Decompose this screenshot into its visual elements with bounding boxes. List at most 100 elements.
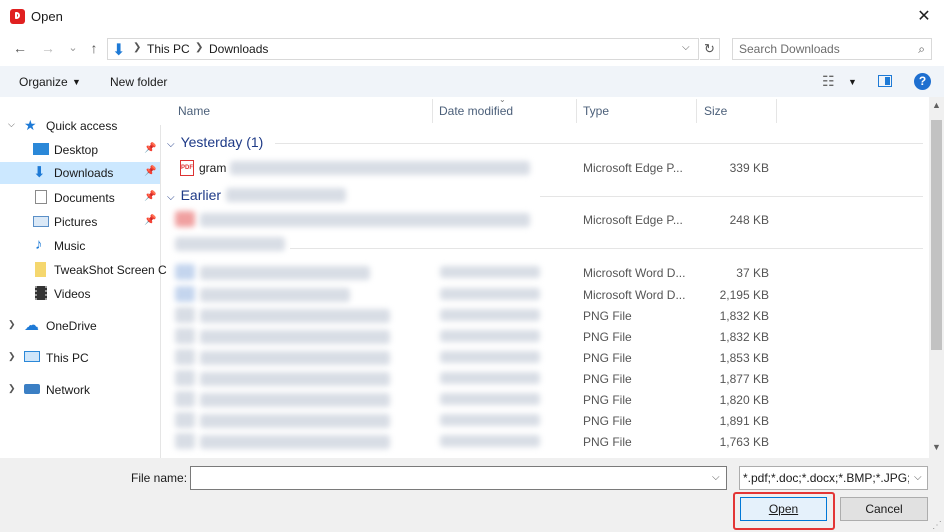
redacted-filename [200, 414, 390, 428]
redacted-date [440, 351, 540, 363]
redacted-filename [200, 393, 390, 407]
file-size: 2,195 KB [719, 288, 769, 302]
chevron-down-icon[interactable]: ▼ [848, 77, 857, 87]
redacted-file-icon [175, 349, 195, 365]
videos-icon [35, 286, 47, 300]
breadcrumb-chevron-icon[interactable]: ❯ [195, 42, 203, 53]
resize-grip-icon[interactable]: ⋰ [932, 520, 942, 531]
column-type[interactable]: Type [583, 104, 609, 118]
close-button[interactable]: ✕ [910, 4, 938, 30]
file-type: PNG File [583, 309, 632, 323]
redacted-filename [200, 309, 390, 323]
file-type: PNG File [583, 351, 632, 365]
up-button[interactable]: ↑ [84, 38, 104, 58]
chevron-down-icon[interactable]: ⌵ [167, 139, 175, 150]
column-size[interactable]: Size [704, 104, 727, 118]
file-type: PNG File [583, 393, 632, 407]
help-icon[interactable]: ? [914, 73, 931, 90]
chevron-down-icon[interactable]: ⌵ [8, 119, 15, 130]
chevron-down-icon[interactable]: ⌵ [167, 192, 175, 203]
nav-onedrive[interactable]: ❯ ☁ OneDrive [0, 315, 160, 337]
column-name[interactable]: Name [178, 104, 210, 118]
table-row[interactable]: Microsoft Edge P... 248 KB [160, 209, 930, 230]
search-input[interactable] [739, 42, 909, 56]
sidebar-item-documents[interactable]: Documents 📌 [0, 187, 160, 209]
pin-icon[interactable]: 📌 [144, 166, 156, 177]
table-row[interactable]: PNG File 1,891 KB [160, 410, 930, 431]
pin-icon[interactable]: 📌 [144, 191, 156, 202]
group-divider [540, 196, 923, 197]
sidebar-item-pictures[interactable]: Pictures 📌 [0, 211, 160, 233]
chevron-right-icon[interactable]: ❯ [8, 383, 16, 394]
pictures-icon [33, 216, 49, 227]
table-row[interactable]: Microsoft Word D... 2,195 KB [160, 284, 930, 305]
recent-locations-button[interactable]: ⌄ [63, 38, 83, 58]
sidebar-item-desktop[interactable]: Desktop 📌 [0, 139, 160, 161]
file-size: 1,820 KB [719, 393, 769, 407]
chevron-down-icon[interactable]: ⌵ [712, 472, 720, 483]
nav-network[interactable]: ❯ Network [0, 379, 160, 401]
nav-label: Music [54, 239, 86, 253]
group-header-yesterday[interactable]: ⌵ Yesterday (1) [167, 134, 263, 150]
column-date-modified[interactable]: Date modified [439, 104, 513, 118]
column-divider[interactable] [432, 99, 433, 123]
address-dropdown-icon[interactable]: ⌵ [682, 42, 690, 53]
pin-icon[interactable]: 📌 [144, 215, 156, 226]
back-button[interactable]: ← [10, 38, 30, 58]
cancel-button[interactable]: Cancel [840, 497, 928, 521]
preview-pane-icon[interactable] [878, 75, 892, 87]
chevron-right-icon[interactable]: ❯ [8, 351, 16, 362]
nav-this-pc[interactable]: ❯ This PC [0, 347, 160, 369]
column-divider[interactable] [776, 99, 777, 123]
sidebar-item-videos[interactable]: Videos [0, 283, 160, 305]
search-box[interactable]: ⌕ [732, 38, 932, 60]
group-header-earlier[interactable]: ⌵ Earlier [167, 187, 221, 203]
open-button[interactable]: Open [740, 497, 827, 521]
chevron-down-icon[interactable]: ⌵ [914, 472, 922, 483]
forward-button[interactable]: → [38, 38, 58, 58]
table-row[interactable]: PNG File 1,832 KB [160, 326, 930, 347]
scroll-down-icon[interactable]: ▼ [932, 442, 941, 452]
table-row[interactable]: PNG File 1,820 KB [160, 389, 930, 410]
redacted-file-icon [175, 264, 195, 280]
column-divider[interactable] [696, 99, 697, 123]
nav-label: Documents [54, 191, 115, 205]
folder-icon [35, 262, 46, 277]
pin-icon[interactable]: 📌 [144, 143, 156, 154]
chevron-right-icon[interactable]: ❯ [8, 319, 16, 330]
group-label: Yesterday (1) [180, 134, 264, 150]
table-row[interactable]: PDF gram Microsoft Edge P... 339 KB [160, 157, 930, 178]
change-view-icon[interactable]: ☷ [822, 73, 835, 90]
table-row[interactable]: Microsoft Word D... 37 KB [160, 262, 930, 283]
redacted-date [440, 435, 540, 447]
breadcrumb-chevron-icon[interactable]: ❯ [133, 42, 141, 53]
redacted-filename [200, 435, 390, 449]
redacted-filename [200, 330, 390, 344]
redacted-filename [200, 213, 530, 227]
breadcrumb-downloads[interactable]: Downloads [209, 42, 268, 56]
table-row[interactable]: PNG File 1,832 KB [160, 305, 930, 326]
breadcrumb-this-pc[interactable]: This PC [147, 42, 190, 56]
table-row[interactable]: PNG File 1,763 KB [160, 431, 930, 452]
scrollbar-thumb[interactable] [931, 120, 942, 350]
table-row[interactable]: PNG File 1,877 KB [160, 368, 930, 389]
file-type: PNG File [583, 330, 632, 344]
file-name-input[interactable] [190, 466, 727, 490]
refresh-button[interactable]: ↻ [700, 38, 720, 60]
chevron-down-icon[interactable]: ▼ [72, 77, 81, 87]
sidebar-item-downloads[interactable]: ⬇ Downloads 📌 [0, 162, 160, 184]
scroll-up-icon[interactable]: ▲ [932, 100, 941, 110]
network-icon [24, 384, 40, 394]
column-divider[interactable] [576, 99, 577, 123]
file-type: PNG File [583, 435, 632, 449]
nav-quick-access[interactable]: ⌵ ★ Quick access [0, 115, 160, 137]
sidebar-item-tweakshot[interactable]: TweakShot Screen C [0, 259, 167, 281]
file-type: Microsoft Word D... [583, 266, 686, 280]
table-row[interactable]: PNG File 1,853 KB [160, 347, 930, 368]
file-size: 248 KB [729, 213, 769, 227]
organize-button[interactable]: Organize [19, 75, 68, 89]
new-folder-button[interactable]: New folder [110, 75, 167, 89]
sidebar-item-music[interactable]: ♪ Music [0, 235, 160, 257]
search-icon[interactable]: ⌕ [918, 42, 925, 57]
file-size: 1,832 KB [719, 309, 769, 323]
